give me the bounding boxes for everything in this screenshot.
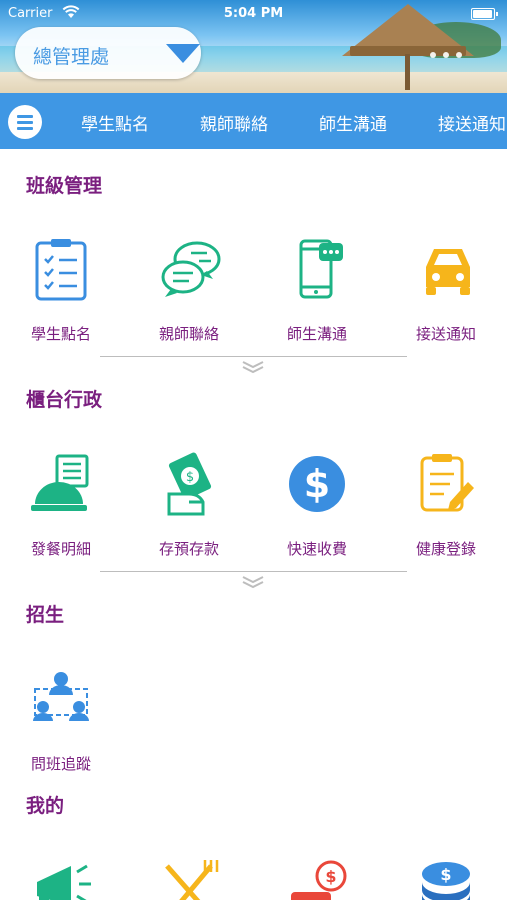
tile-label: 親師聯絡 <box>158 325 219 343</box>
clock: 5:04 PM <box>223 6 284 21</box>
megaphone-icon <box>37 864 91 900</box>
people-network-icon <box>33 672 89 721</box>
nav-item-roll-call[interactable]: 學生點名 <box>81 110 149 135</box>
meal-cloche-icon <box>31 454 89 511</box>
chevron-down-icon[interactable] <box>241 360 265 374</box>
battery-icon <box>471 8 498 20</box>
nav-item-parent-contact[interactable]: 親師聯絡 <box>200 110 268 135</box>
school-selector-dropdown[interactable]: 總管理處 <box>15 27 201 79</box>
chat-bubbles-icon <box>161 241 221 297</box>
school-selector-label: 總管理處 <box>33 46 110 68</box>
chevron-down-icon <box>166 44 200 63</box>
header-banner: Carrier 5:04 PM 總管理處 <box>0 0 507 93</box>
chevron-down-icon[interactable] <box>241 575 265 589</box>
tile-roll-call[interactable]: 學生點名 <box>1 237 121 347</box>
tile-class-inquiry-tracking[interactable]: 問班追蹤 <box>1 667 121 777</box>
dollar-circle-icon: $ <box>289 456 345 512</box>
money-hand-icon: $ <box>167 452 212 516</box>
section-title-enrollment: 招生 <box>26 604 65 626</box>
tile-payment[interactable]: $ <box>257 858 377 900</box>
fork-knife-icon <box>165 860 219 900</box>
car-icon <box>426 249 470 295</box>
money-hand-red-icon: $ <box>291 860 347 900</box>
tile-label: 快速收費 <box>286 540 347 558</box>
tile-meal-details[interactable]: 發餐明細 <box>1 452 121 562</box>
tile-label: 學生點名 <box>30 325 91 343</box>
section-title-mine: 我的 <box>26 795 65 817</box>
tile-announcement[interactable] <box>1 858 121 900</box>
tile-label: 健康登錄 <box>415 540 476 558</box>
section-title-front-desk: 櫃台行政 <box>26 389 103 411</box>
top-nav-bar: 學生點名 親師聯絡 師生溝通 接送通知 <box>0 93 507 149</box>
tile-label: 問班追蹤 <box>30 755 91 773</box>
health-clipboard-icon <box>420 454 474 512</box>
nav-item-teacher-student[interactable]: 師生溝通 <box>319 110 387 135</box>
section-divider <box>100 356 407 357</box>
tile-savings[interactable]: $ <box>386 858 506 900</box>
svg-text:$: $ <box>325 867 336 886</box>
section-divider <box>100 571 407 572</box>
banner-page-dots[interactable] <box>430 43 469 62</box>
tile-label: 師生溝通 <box>286 325 347 343</box>
banner-umbrella-pole <box>405 54 410 90</box>
coin-stack-icon: $ <box>422 862 470 900</box>
tile-teacher-student[interactable]: 師生溝通 <box>257 237 377 347</box>
nav-item-pickup-notice[interactable]: 接送通知 <box>438 110 506 135</box>
status-bar: Carrier 5:04 PM <box>0 0 507 26</box>
hamburger-menu-icon[interactable] <box>8 105 42 139</box>
tile-label: 發餐明細 <box>30 540 91 558</box>
tile-quick-charge[interactable]: $ 快速收費 <box>257 452 377 562</box>
tile-label: 存預存款 <box>158 540 219 558</box>
tile-meals[interactable] <box>129 858 249 900</box>
phone-message-icon <box>299 239 343 299</box>
tile-prepaid-deposit[interactable]: $ 存預存款 <box>129 452 249 562</box>
tile-pickup-notice[interactable]: 接送通知 <box>386 237 506 347</box>
svg-text:$: $ <box>304 462 330 506</box>
tile-health-record[interactable]: 健康登錄 <box>386 452 506 562</box>
svg-text:$: $ <box>186 470 194 485</box>
tile-label: 接送通知 <box>415 325 476 343</box>
clipboard-checklist-icon <box>35 239 87 301</box>
tile-parent-contact[interactable]: 親師聯絡 <box>129 237 249 347</box>
section-title-class-management: 班級管理 <box>26 175 103 197</box>
svg-text:$: $ <box>440 865 451 884</box>
